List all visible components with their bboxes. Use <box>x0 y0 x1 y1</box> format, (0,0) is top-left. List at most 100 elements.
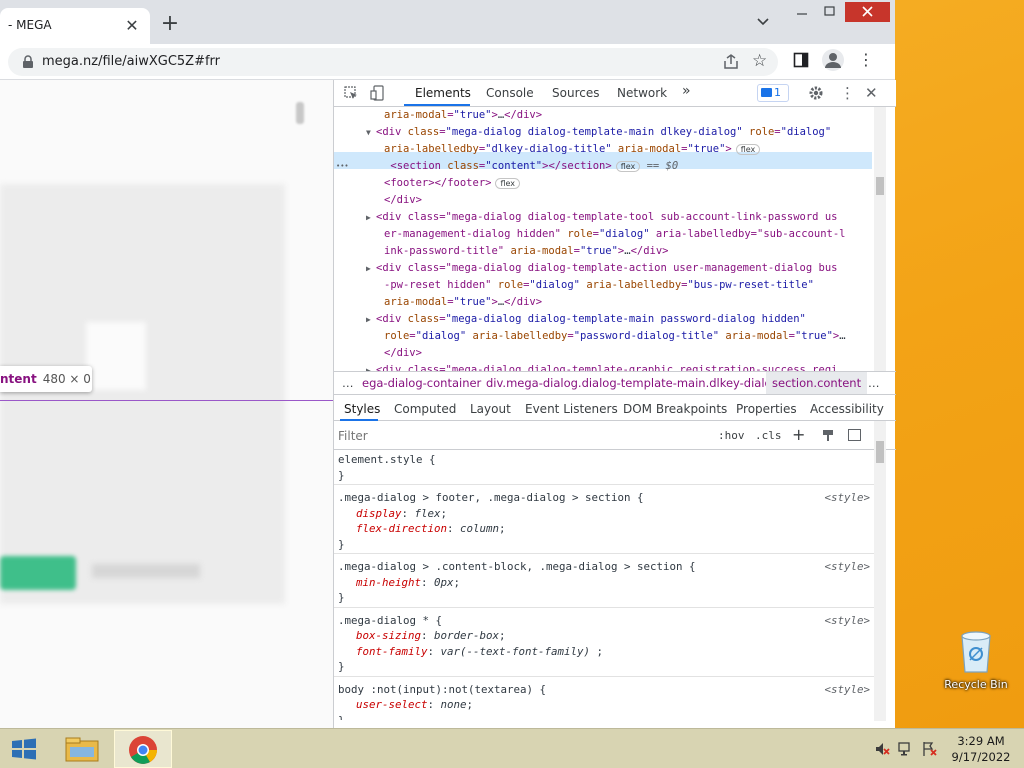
node-actions-dots-icon[interactable]: ••• <box>336 158 349 175</box>
breadcrumb-more-left[interactable]: … <box>342 372 354 394</box>
action-center-flag-icon[interactable] <box>922 741 938 760</box>
taskbar-clock[interactable]: 3:29 AM 9/17/2022 <box>945 733 1017 765</box>
tab-computed[interactable]: Computed <box>394 402 456 416</box>
style-rule-selector[interactable]: body :not(input):not(textarea) {<style> <box>334 682 884 697</box>
styles-scroll-thumb[interactable] <box>876 441 884 463</box>
devtools-tab-sources[interactable]: Sources <box>552 86 599 100</box>
hov-toggle[interactable]: :hov <box>718 429 745 442</box>
chrome-menu-icon[interactable]: ⋮ <box>858 50 874 70</box>
style-property-value[interactable]: none <box>441 698 467 711</box>
dom-tree-line[interactable]: er-management-dialog hidden" role="dialo… <box>334 226 884 243</box>
style-property-name[interactable]: box-sizing <box>356 629 421 642</box>
dom-tree-line[interactable]: ▶ <div class="mega-dialog dialog-template… <box>334 362 884 371</box>
new-tab-icon[interactable]: + <box>158 12 182 36</box>
dom-tree-line[interactable]: ▼ <div class="mega-dialog dialog-template… <box>334 124 884 141</box>
style-property-name[interactable]: font-family <box>356 645 428 658</box>
tab-event-listeners[interactable]: Event Listeners <box>525 402 618 416</box>
dom-tree-line[interactable]: </div> <box>334 192 884 209</box>
style-property-name[interactable]: user-select <box>356 698 428 711</box>
tab-dom-breakpoints[interactable]: DOM Breakpoints <box>623 402 727 416</box>
flex-badge[interactable]: flex <box>735 143 761 155</box>
style-property[interactable]: display: flex; <box>334 506 884 521</box>
dom-tree-line[interactable]: -pw-reset hidden" role="dialog" aria-lab… <box>334 277 884 294</box>
devtools-menu-icon[interactable]: ⋮ <box>840 84 855 102</box>
toggle-computed-sidebar-icon[interactable] <box>848 429 861 441</box>
dom-tree-line[interactable]: ▶ <div class="mega-dialog dialog-template… <box>334 311 884 328</box>
dom-tree-line[interactable]: role="dialog" aria-labelledby="password-… <box>334 328 884 345</box>
style-rule-source-link[interactable]: <style> <box>824 613 870 628</box>
style-property-value[interactable]: border-box <box>434 629 499 642</box>
tab-properties[interactable]: Properties <box>736 402 797 416</box>
style-rule-source-link[interactable]: <style> <box>824 559 870 574</box>
devtools-tab-network[interactable]: Network <box>617 86 667 100</box>
style-property[interactable]: box-sizing: border-box; <box>334 628 884 643</box>
style-property[interactable]: min-height: 0px; <box>334 575 884 590</box>
window-close-button[interactable] <box>845 2 890 22</box>
new-style-rule-icon[interactable]: + <box>792 425 805 444</box>
bookmark-star-icon[interactable]: ☆ <box>752 52 770 70</box>
dom-tree-line[interactable]: aria-modal="true">…</div> <box>334 107 884 124</box>
style-rule-source-link[interactable]: <style> <box>824 682 870 697</box>
style-property-value[interactable]: column <box>460 522 499 535</box>
dom-tree-scrollbar[interactable] <box>874 107 886 371</box>
devtools-tab-elements[interactable]: Elements <box>415 86 471 100</box>
window-maximize-icon[interactable] <box>820 4 840 18</box>
style-rule-selector[interactable]: .mega-dialog > footer, .mega-dialog > se… <box>334 490 884 505</box>
dom-tree-line[interactable]: aria-modal="true">…</div> <box>334 294 884 311</box>
settings-gear-icon[interactable] <box>808 85 824 104</box>
dom-tree-line[interactable]: ▶ <div class="mega-dialog dialog-template… <box>334 209 884 226</box>
flex-badge[interactable]: flex <box>615 160 641 172</box>
breadcrumb-more-right[interactable]: … <box>868 372 880 394</box>
style-property-value[interactable]: 0px <box>434 576 454 589</box>
style-property[interactable]: user-select: none; <box>334 697 884 712</box>
more-tabs-chevron-icon[interactable]: » <box>682 83 691 99</box>
profile-avatar-icon[interactable] <box>822 49 844 71</box>
style-rule-selector[interactable]: element.style { <box>334 452 884 467</box>
tab-mega[interactable]: - MEGA ✕ <box>0 8 150 44</box>
style-property[interactable]: font-family: var(--text-font-family) ; <box>334 644 884 659</box>
expand-triangle-icon[interactable]: ▶ <box>366 311 371 328</box>
url-text[interactable]: mega.nz/file/aiwXGC5Z#frr <box>42 54 220 69</box>
style-property-value[interactable]: flex <box>415 507 441 520</box>
lock-icon[interactable] <box>22 55 34 69</box>
address-bar[interactable]: mega.nz/file/aiwXGC5Z#frr ☆ <box>8 48 778 76</box>
style-property-name[interactable]: display <box>356 507 402 520</box>
styles-scrollbar[interactable] <box>874 421 886 721</box>
dom-tree-line[interactable]: ▶ <div class="mega-dialog dialog-template… <box>334 260 884 277</box>
breadcrumb-container[interactable]: ega-dialog-container <box>362 372 481 394</box>
dom-tree-line[interactable]: <section class="content"></section> flex … <box>334 158 884 175</box>
dom-tree-line[interactable]: <footer></footer> flex <box>334 175 884 192</box>
tab-search-chevron-icon[interactable] <box>756 14 776 34</box>
style-property[interactable]: flex-direction: column; <box>334 521 884 536</box>
side-panel-icon[interactable] <box>793 52 809 68</box>
share-icon[interactable] <box>722 53 740 71</box>
inspect-element-icon[interactable] <box>344 86 358 103</box>
tab-close-icon[interactable]: ✕ <box>122 16 142 36</box>
expand-triangle-icon[interactable]: ▶ <box>366 260 371 277</box>
dom-tree-line[interactable]: aria-labelledby="dlkey-dialog-title" ari… <box>334 141 884 158</box>
dom-tree-scroll-thumb[interactable] <box>876 177 884 195</box>
style-rule-selector[interactable]: .mega-dialog > .content-block, .mega-dia… <box>334 559 884 574</box>
style-property-value[interactable]: var(--text-font-family) <box>441 645 597 658</box>
collapse-triangle-icon[interactable]: ▼ <box>366 124 371 141</box>
recycle-bin-shortcut[interactable]: Recycle Bin <box>940 630 1012 691</box>
device-toolbar-icon[interactable] <box>370 85 384 104</box>
style-rule-source-link[interactable]: <style> <box>824 490 870 505</box>
devtools-close-icon[interactable]: ✕ <box>865 84 878 102</box>
expand-triangle-icon[interactable]: ▶ <box>366 209 371 226</box>
file-explorer-icon[interactable] <box>62 733 102 765</box>
devtools-tab-console[interactable]: Console <box>486 86 534 100</box>
breadcrumb-section-content[interactable]: section.content <box>766 372 868 394</box>
start-windows-icon[interactable] <box>10 737 38 761</box>
flex-badge[interactable]: flex <box>495 177 521 189</box>
dom-tree-line[interactable]: </div> <box>334 345 884 362</box>
breadcrumb-dialog[interactable]: div.mega-dialog.dialog-template-main.dlk… <box>486 372 779 394</box>
window-minimize-icon[interactable] <box>790 4 814 18</box>
style-rule-selector[interactable]: .mega-dialog * {<style> <box>334 613 884 628</box>
network-icon[interactable] <box>898 741 914 760</box>
volume-muted-icon[interactable] <box>874 741 890 760</box>
issues-badge[interactable]: 1 <box>757 84 789 102</box>
rendering-emulation-icon[interactable] <box>822 429 834 441</box>
dom-tree-line[interactable]: ink-password-title" aria-modal="true">…<… <box>334 243 884 260</box>
tab-accessibility[interactable]: Accessibility <box>810 402 884 416</box>
